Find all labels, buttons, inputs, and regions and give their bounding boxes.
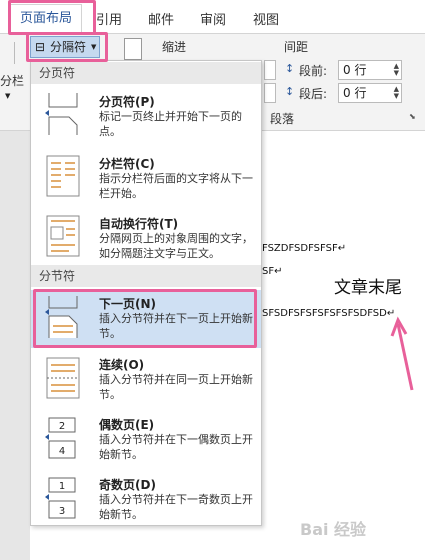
even-page-icon: 2 4 xyxy=(45,417,76,459)
menu-item-title: 分页符(P) xyxy=(99,95,155,109)
menu-item-odd-page[interactable]: 1 3 奇数页(D) 插入分节符并在下一奇数页上开始新节。 xyxy=(31,471,261,525)
menu-item-title: 连续(O) xyxy=(99,358,145,372)
odd-page-icon: 1 3 xyxy=(45,477,76,519)
tab-view[interactable]: 视图 xyxy=(253,9,279,28)
watermark: Bai 经验 xyxy=(300,520,367,539)
menu-item-text-wrapping-break[interactable]: 自动换行符(T) 分隔网页上的对象周围的文字，如分隔题注文字与正文。 xyxy=(31,211,261,271)
tab-mailing[interactable]: 邮件 xyxy=(148,9,174,28)
chevron-down-icon: ▼ xyxy=(5,92,11,100)
text-wrap-break-icon xyxy=(46,215,80,257)
indent-left-spinner[interactable] xyxy=(264,60,276,80)
menu-item-even-page[interactable]: 2 4 偶数页(E) 插入分节符并在下一偶数页上开始新节。 xyxy=(31,411,261,469)
document-line: SFSDFSFSFSFSFSFSDFSD↵ xyxy=(262,308,396,319)
spinner-arrows-icon[interactable]: ▲ ▼ xyxy=(394,86,399,100)
space-before-icon: ↕ xyxy=(285,62,295,75)
space-after-label: 段后: xyxy=(299,87,328,101)
spinner-arrows-icon[interactable]: ▲ ▼ xyxy=(394,63,399,77)
svg-text:1: 1 xyxy=(59,481,65,492)
menu-item-title: 偶数页(E) xyxy=(99,418,155,432)
space-after-icon: ↕ xyxy=(285,85,295,98)
tab-reference[interactable]: 引用 xyxy=(96,9,122,28)
annotation-label: 文章末尾 xyxy=(334,278,402,298)
menu-item-column-break[interactable]: 分栏符(C) 指示分栏符后面的文字将从下一栏开始。 xyxy=(31,149,261,211)
svg-text:4: 4 xyxy=(59,446,65,457)
tab-review[interactable]: 审阅 xyxy=(200,9,226,28)
menu-item-desc: 指示分栏符后面的文字将从下一栏开始。 xyxy=(99,172,253,200)
document-line: SF↵ xyxy=(262,266,283,277)
dialog-launcher-icon[interactable]: ⬊ xyxy=(409,112,416,121)
menu-item-desc: 标记一页终止并开始下一页的点。 xyxy=(99,110,242,138)
space-after-input[interactable]: 0 行 ▲ ▼ xyxy=(338,83,402,103)
space-before-input[interactable]: 0 行 ▲ ▼ xyxy=(338,60,402,80)
menu-item-desc: 插入分节符并在同一页上开始新节。 xyxy=(99,373,253,401)
svg-text:3: 3 xyxy=(59,506,65,517)
space-after-value: 0 行 xyxy=(343,86,367,100)
section-breaks-header: 分节符 xyxy=(31,265,261,287)
menu-item-title: 奇数页(D) xyxy=(99,478,156,492)
continuous-icon xyxy=(46,357,80,399)
menu-item-continuous[interactable]: 连续(O) 插入分节符并在同一页上开始新节。 xyxy=(31,351,261,409)
svg-text:2: 2 xyxy=(59,421,65,432)
menu-item-page-break[interactable]: 分页符(P) 标记一页终止并开始下一页的点。 xyxy=(31,87,261,149)
highlight-next-page-box xyxy=(33,289,257,348)
space-before-value: 0 行 xyxy=(343,63,367,77)
menu-item-desc: 插入分节符并在下一偶数页上开始新节。 xyxy=(99,433,253,461)
document-line: FSZDFSDFSFSF↵ xyxy=(262,243,347,254)
menu-item-title: 自动换行符(T) xyxy=(99,217,179,231)
columns-icon[interactable] xyxy=(0,42,15,64)
highlight-tab-box xyxy=(8,0,96,35)
line-numbers-icon[interactable] xyxy=(124,38,142,60)
indent-label: 缩进 xyxy=(162,40,187,54)
paragraph-group-label: 段落 xyxy=(270,112,295,126)
page-break-icon xyxy=(45,93,78,135)
column-break-icon xyxy=(46,155,80,197)
annotation-arrow-icon xyxy=(390,316,414,391)
menu-item-desc: 插入分节符并在下一奇数页上开始新节。 xyxy=(99,493,253,521)
menu-item-desc: 分隔网页上的对象周围的文字，如分隔题注文字与正文。 xyxy=(99,232,253,260)
indent-right-spinner[interactable] xyxy=(264,83,276,103)
spacing-label: 间距 xyxy=(284,40,309,54)
workspace-left-margin xyxy=(0,131,30,560)
menu-item-title: 分栏符(C) xyxy=(99,157,155,171)
page-breaks-header: 分页符 xyxy=(31,62,261,84)
space-before-label: 段前: xyxy=(299,64,328,78)
columns-label[interactable]: 分栏 xyxy=(0,72,24,89)
highlight-separator-box xyxy=(26,32,108,62)
